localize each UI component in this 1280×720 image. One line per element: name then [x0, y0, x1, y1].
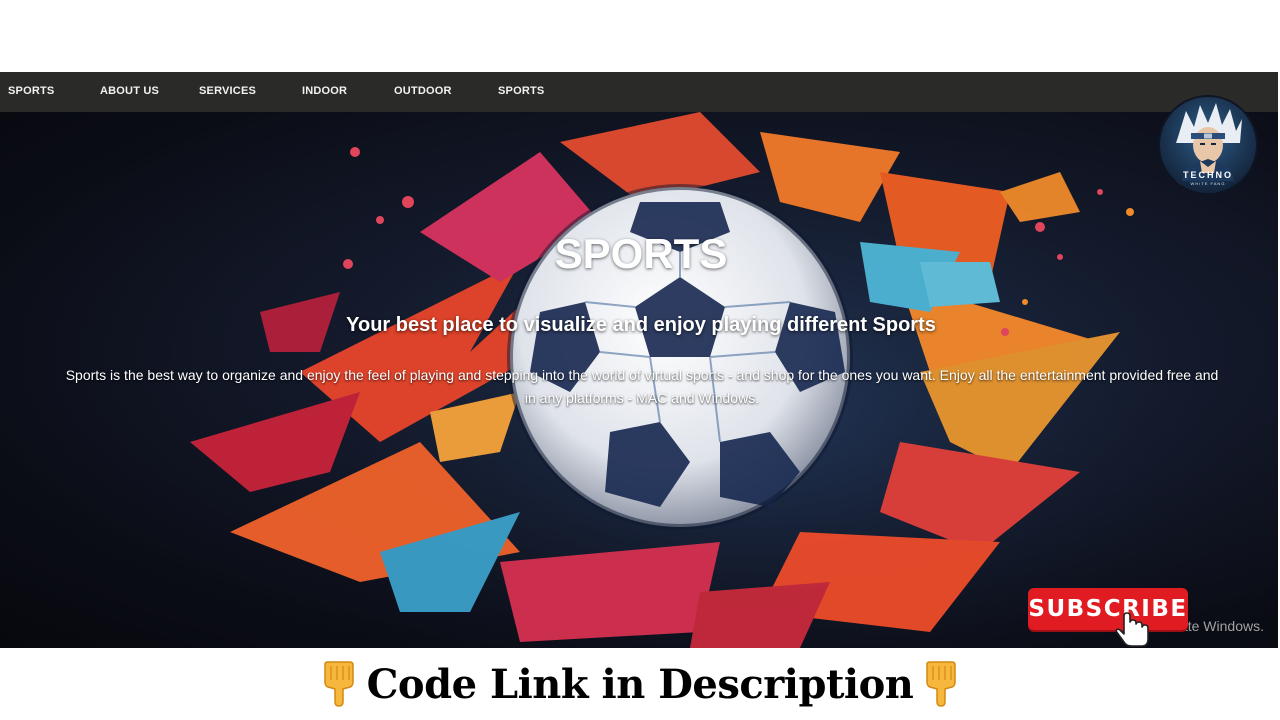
- channel-logo-tagline: WHITE FANG: [1190, 181, 1226, 186]
- hero-description: Sports is the best way to organize and e…: [65, 367, 1219, 406]
- hero-section: SPORTS Your best place to visualize and …: [0, 112, 1278, 648]
- pointing-down-hand-icon: [926, 661, 957, 707]
- nav-link-sports[interactable]: SPORTS: [8, 85, 54, 97]
- nav-link-sports-2[interactable]: SPORTS: [498, 85, 544, 97]
- nav-link-services[interactable]: SERVICES: [199, 85, 256, 97]
- page: SPORTS ABOUT US SERVICES INDOOR OUTDOOR …: [0, 0, 1280, 720]
- nav-link-about-us[interactable]: ABOUT US: [100, 85, 159, 97]
- pointing-down-hand-icon: [323, 661, 354, 707]
- channel-logo: TECHNO WHITE FANG: [1160, 97, 1256, 193]
- hero-title: SPORTS: [554, 230, 728, 277]
- footer-code-link-text: Code Link in Description: [366, 660, 914, 708]
- hero-text-container: SPORTS Your best place to visualize and …: [0, 112, 1278, 648]
- hand-cursor-icon: [1115, 612, 1149, 647]
- hero-subtitle: Your best place to visualize and enjoy p…: [346, 314, 936, 336]
- subscribe-button[interactable]: SUBSCRIBE: [1028, 588, 1188, 630]
- nav-link-outdoor[interactable]: OUTDOOR: [394, 85, 452, 97]
- nav-link-indoor[interactable]: INDOOR: [302, 85, 347, 97]
- top-navbar: SPORTS ABOUT US SERVICES INDOOR OUTDOOR …: [0, 72, 1278, 112]
- channel-logo-name: TECHNO: [1183, 170, 1233, 180]
- footer-banner: Code Link in Description: [0, 648, 1280, 720]
